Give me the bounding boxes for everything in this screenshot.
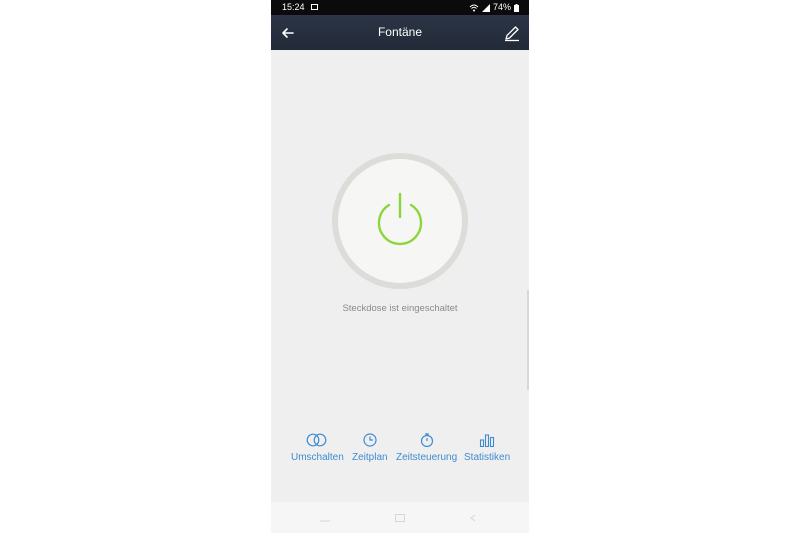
nav-statistiken[interactable]: Statistiken [464,433,510,463]
back-arrow-icon[interactable] [279,24,297,42]
battery-percent: 74% [492,2,511,12]
nav-zeitsteuerung[interactable]: Zeitsteuerung [396,433,457,463]
phone-screen: 15:24 74% Fontäne Steckdose ist eingesch… [271,0,529,533]
gallery-notification-icon [311,4,318,10]
power-icon [377,192,423,246]
power-button-ring [332,153,468,289]
nav-zeitplan[interactable]: Zeitplan [352,433,388,463]
status-bar: 15:24 74% [271,0,529,15]
stopwatch-icon [420,433,433,447]
nav-label: Umschalten [291,452,344,463]
nav-label: Zeitsteuerung [396,452,458,463]
nav-label: Statistiken [464,452,511,463]
app-bar: Fontäne [271,15,529,50]
edit-pencil-icon[interactable] [503,24,521,42]
recent-apps-icon[interactable] [319,514,331,522]
bar-chart-icon [480,434,495,447]
nav-label: Zeitplan [352,452,388,463]
status-indicators: 74% [469,0,519,15]
screenshot-stage: 15:24 74% Fontäne Steckdose ist eingesch… [0,0,800,533]
power-toggle-button[interactable] [338,159,462,283]
edge-panel-handle[interactable] [527,290,529,390]
signal-icon [481,3,490,12]
system-back-icon[interactable] [469,514,477,522]
toggle-circles-icon [307,433,327,447]
bottom-nav: Umschalten Zeitplan Zeitsteuerung Statis… [285,433,515,478]
page-title: Fontäne [377,25,423,39]
system-navigation-bar [271,502,529,533]
battery-icon [514,3,519,12]
status-time: 15:24 [282,2,305,12]
power-state-text: Steckdose ist eingeschaltet [342,303,458,314]
nav-umschalten[interactable]: Umschalten [291,433,344,463]
wifi-icon [469,4,479,11]
home-icon[interactable] [395,514,405,522]
clock-icon [363,433,377,447]
